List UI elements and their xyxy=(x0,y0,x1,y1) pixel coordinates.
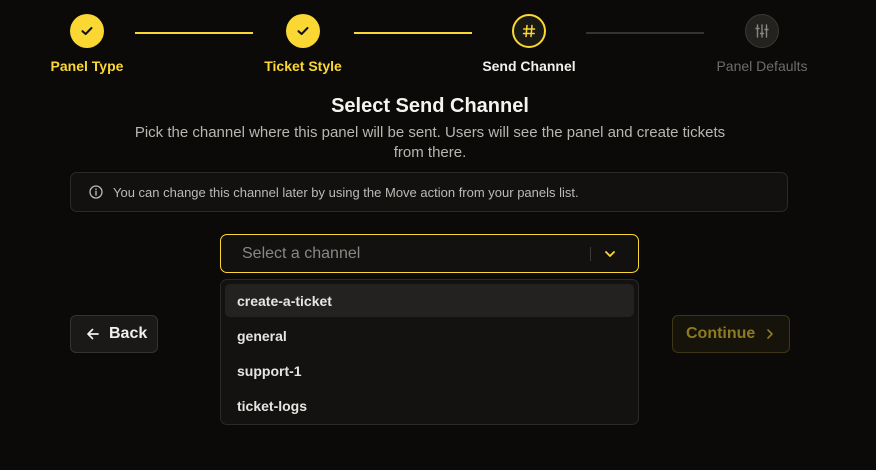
step-label: Ticket Style xyxy=(264,58,342,74)
channel-dropdown-menu: create-a-ticket general support-1 ticket… xyxy=(220,279,639,425)
step-label: Send Channel xyxy=(482,58,576,74)
info-icon xyxy=(89,185,103,199)
step-complete-badge xyxy=(286,14,320,48)
channel-option-create-a-ticket[interactable]: create-a-ticket xyxy=(225,284,634,317)
continue-button[interactable]: Continue xyxy=(672,315,790,353)
step-panel-type: Panel Type xyxy=(17,14,157,74)
arrow-left-icon xyxy=(87,328,99,340)
hash-icon xyxy=(522,24,536,38)
step-label: Panel Defaults xyxy=(716,58,808,74)
back-button-label: Back xyxy=(109,325,148,342)
channel-select[interactable]: Select a channel xyxy=(220,234,639,273)
check-icon xyxy=(297,27,309,35)
sliders-icon xyxy=(755,24,769,38)
page-title: Select Send Channel xyxy=(331,95,529,117)
select-divider xyxy=(590,246,591,261)
channel-option-support-1[interactable]: support-1 xyxy=(225,354,634,387)
step-connector xyxy=(354,32,472,34)
dropdown-toggle[interactable] xyxy=(600,244,620,264)
page-subtitle: Pick the channel where this panel will b… xyxy=(134,124,726,161)
back-button[interactable]: Back xyxy=(70,315,158,353)
info-text: You can change this channel later by usi… xyxy=(113,184,579,200)
channel-option-ticket-logs[interactable]: ticket-logs xyxy=(225,389,634,422)
step-current-badge xyxy=(512,14,546,48)
step-ticket-style: Ticket Style xyxy=(233,14,373,74)
step-label: Panel Type xyxy=(50,58,124,74)
channel-option-general[interactable]: general xyxy=(225,319,634,352)
chevron-down-icon xyxy=(605,250,615,257)
chevron-right-icon xyxy=(767,329,774,339)
step-connector xyxy=(586,32,704,34)
step-send-channel: Send Channel xyxy=(459,14,599,74)
step-pending-badge xyxy=(745,14,779,48)
step-panel-defaults: Panel Defaults xyxy=(692,14,832,74)
channel-select-placeholder: Select a channel xyxy=(242,244,361,262)
info-banner: You can change this channel later by usi… xyxy=(70,172,788,212)
step-complete-badge xyxy=(70,14,104,48)
continue-button-label: Continue xyxy=(686,325,756,342)
check-icon xyxy=(81,27,93,35)
